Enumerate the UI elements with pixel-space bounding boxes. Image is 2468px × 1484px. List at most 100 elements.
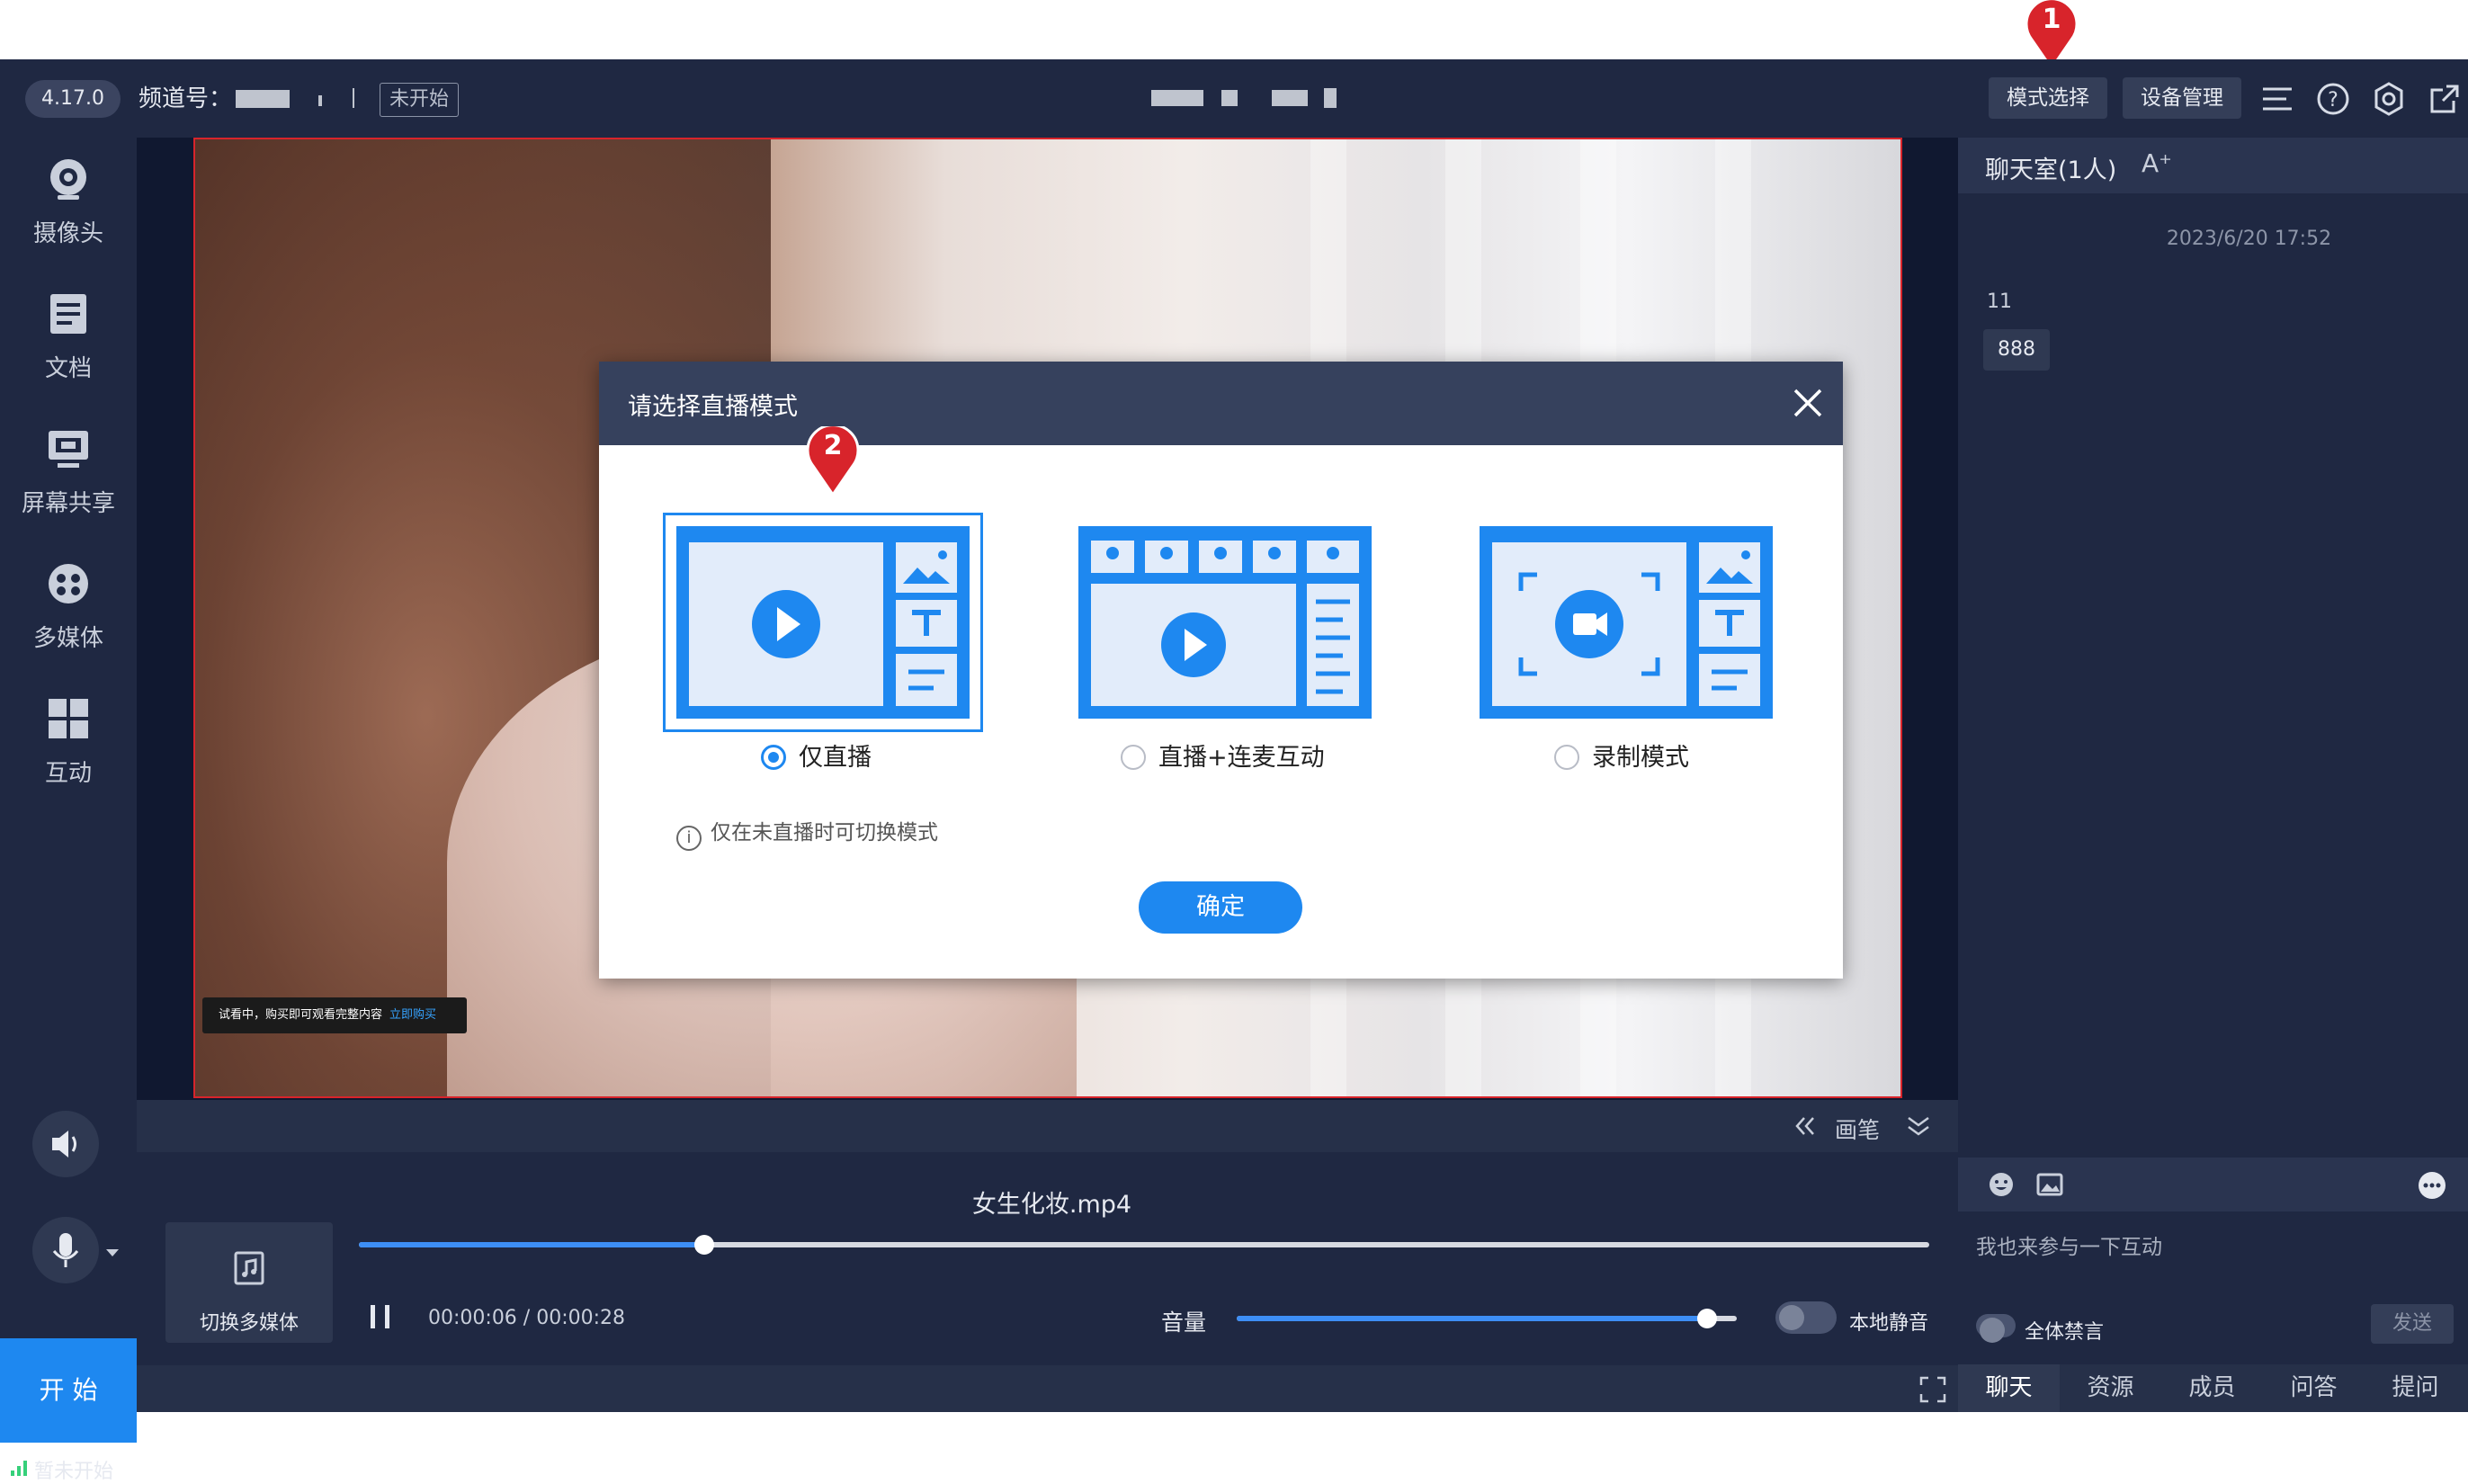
- option-live-cohost[interactable]: 直播+连麦互动: [1121, 738, 1325, 773]
- mode-card-live-cohost[interactable]: [1078, 526, 1372, 719]
- title-redacted: [1324, 88, 1337, 108]
- tab-chat[interactable]: 聊天: [1958, 1364, 2060, 1412]
- volume-label: 音量: [1161, 1310, 1207, 1336]
- close-icon[interactable]: [1788, 383, 1828, 423]
- title-redacted: [1151, 90, 1203, 106]
- list-icon[interactable]: [2259, 81, 2295, 117]
- sidebar-item-label: 互动: [44, 760, 92, 787]
- media-progress-fill: [359, 1242, 705, 1247]
- channel-label: 频道号：: [139, 85, 233, 112]
- speaker-button[interactable]: [32, 1111, 99, 1177]
- sidebar-item-label: 多媒体: [32, 625, 103, 652]
- annotation-marker-2: 2: [804, 424, 862, 497]
- redaction-mark: [318, 95, 322, 106]
- media-progress-slider[interactable]: [359, 1235, 1929, 1255]
- local-mute-toggle[interactable]: [1775, 1301, 1837, 1334]
- mode-tip-text: 仅在未直播时可切换模式: [711, 821, 938, 845]
- fullscreen-icon[interactable]: [1918, 1374, 1948, 1405]
- mute-all-toggle[interactable]: [1976, 1314, 2016, 1343]
- multimedia-icon: [49, 564, 88, 603]
- top-bar: 4.17.0 频道号： 未开始 模式选择 设备管理 ?: [0, 59, 2468, 138]
- settings-icon[interactable]: [2371, 81, 2407, 117]
- music-file-icon: [234, 1251, 264, 1285]
- microphone-button[interactable]: [32, 1217, 99, 1283]
- option-live-only[interactable]: 仅直播: [761, 738, 872, 773]
- font-size-icon[interactable]: A⁺: [2142, 148, 2172, 178]
- tab-members[interactable]: 成员: [2161, 1364, 2263, 1412]
- tab-questions[interactable]: 提问: [2365, 1364, 2466, 1412]
- option-label: 直播+连麦互动: [1158, 744, 1325, 772]
- switch-media-button[interactable]: 切换多媒体: [165, 1222, 333, 1343]
- sidebar-item-camera[interactable]: 摄像头: [0, 147, 137, 264]
- microphone-icon: [52, 1233, 79, 1267]
- screen-share-icon: [49, 431, 88, 468]
- help-icon[interactable]: ?: [2315, 81, 2351, 117]
- title-redacted: [1221, 90, 1238, 106]
- option-recording[interactable]: 录制模式: [1554, 738, 1689, 773]
- external-window-icon[interactable]: [2427, 81, 2463, 117]
- marker-number: 2: [823, 430, 843, 461]
- sidebar-item-label: 文档: [44, 355, 92, 382]
- tab-qa[interactable]: 问答: [2263, 1364, 2365, 1412]
- mode-tip: i 仅在未直播时可切换模式: [676, 815, 938, 851]
- switch-media-label: 切换多媒体: [199, 1312, 299, 1335]
- chat-tabs: 聊天 资源 成员 问答 提问: [1958, 1364, 2468, 1412]
- double-chevron-down-icon[interactable]: [1905, 1114, 1932, 1138]
- brush-label[interactable]: 画笔: [1835, 1113, 1880, 1145]
- image-icon[interactable]: [2035, 1170, 2064, 1199]
- chat-toolbar: [1958, 1158, 2468, 1211]
- svg-text:?: ?: [2328, 89, 2338, 112]
- dialog-title: 请选择直播模式: [628, 393, 798, 421]
- sidebar-item-interaction[interactable]: 互动: [0, 686, 137, 803]
- total-time: 00:00:28: [536, 1307, 626, 1329]
- media-controls: 女生化妆.mp4 切换多媒体 00:00:06 / 00:00:28 音量 本地…: [137, 1152, 1958, 1365]
- media-progress-handle[interactable]: [694, 1235, 715, 1255]
- dialog-header: 请选择直播模式: [599, 362, 1843, 445]
- chevron-down-icon[interactable]: [104, 1247, 121, 1258]
- confirm-button[interactable]: 确定: [1139, 881, 1302, 934]
- double-chevron-left-icon[interactable]: [1792, 1114, 1819, 1138]
- volume-handle[interactable]: [1696, 1309, 1717, 1328]
- start-live-button[interactable]: 开 始: [0, 1338, 137, 1443]
- volume-slider[interactable]: [1237, 1309, 1737, 1328]
- device-manage-button[interactable]: 设备管理: [2123, 77, 2241, 119]
- trial-text: 试看中，购买即可观看完整内容: [219, 1008, 383, 1022]
- mode-select-button[interactable]: 模式选择: [1989, 77, 2107, 119]
- trial-notice: 试看中，购买即可观看完整内容 立即购买: [202, 997, 467, 1033]
- emoji-icon[interactable]: [1987, 1170, 2016, 1199]
- mode-card-live-only[interactable]: [663, 513, 983, 732]
- stage-bottom-bar: [137, 1365, 1958, 1412]
- sidebar-item-label: 摄像头: [32, 220, 103, 247]
- local-mute-label: 本地静音: [1849, 1312, 1929, 1335]
- radio-live-only[interactable]: [761, 745, 786, 770]
- message-timestamp: 2023/6/20 17:52: [2166, 228, 2332, 250]
- chat-message-bubble: 888: [1983, 329, 2050, 371]
- version-badge: 4.17.0: [25, 80, 121, 118]
- current-time: 00:00:06: [428, 1307, 517, 1329]
- speaker-icon: [52, 1131, 76, 1158]
- chat-header: 聊天室(1人) A⁺: [1958, 138, 2468, 193]
- marker-number: 1: [2042, 4, 2061, 35]
- live-status-text: 暂未开始: [34, 1455, 113, 1484]
- pause-icon[interactable]: [365, 1301, 396, 1332]
- radio-live-cohost[interactable]: [1121, 745, 1146, 770]
- chat-message: 11: [1987, 291, 2012, 313]
- mute-all-label: 全体禁言: [2025, 1321, 2105, 1344]
- more-icon[interactable]: [2417, 1170, 2447, 1201]
- radio-recording[interactable]: [1554, 745, 1579, 770]
- title-redacted: [1272, 90, 1308, 106]
- chat-room-title: 聊天室(1人): [1985, 156, 2117, 184]
- camera-icon: [50, 159, 86, 200]
- tab-resources[interactable]: 资源: [2060, 1364, 2161, 1412]
- media-time: 00:00:06 / 00:00:28: [428, 1307, 626, 1329]
- media-filename: 女生化妆.mp4: [971, 1191, 1132, 1219]
- live-status-badge: 未开始: [380, 83, 460, 117]
- chat-input[interactable]: [1976, 1229, 2444, 1265]
- sidebar-item-screen-share[interactable]: 屏幕共享: [0, 416, 137, 533]
- left-sidebar: 摄像头 文档 屏幕共享 多媒体 互动 开 始 暂未开始: [0, 138, 137, 1483]
- sidebar-item-multimedia[interactable]: 多媒体: [0, 551, 137, 668]
- send-button[interactable]: 发送: [2371, 1304, 2454, 1344]
- sidebar-item-document[interactable]: 文档: [0, 282, 137, 398]
- buy-now-link[interactable]: 立即购买: [389, 1008, 436, 1022]
- mode-card-recording[interactable]: [1480, 526, 1773, 719]
